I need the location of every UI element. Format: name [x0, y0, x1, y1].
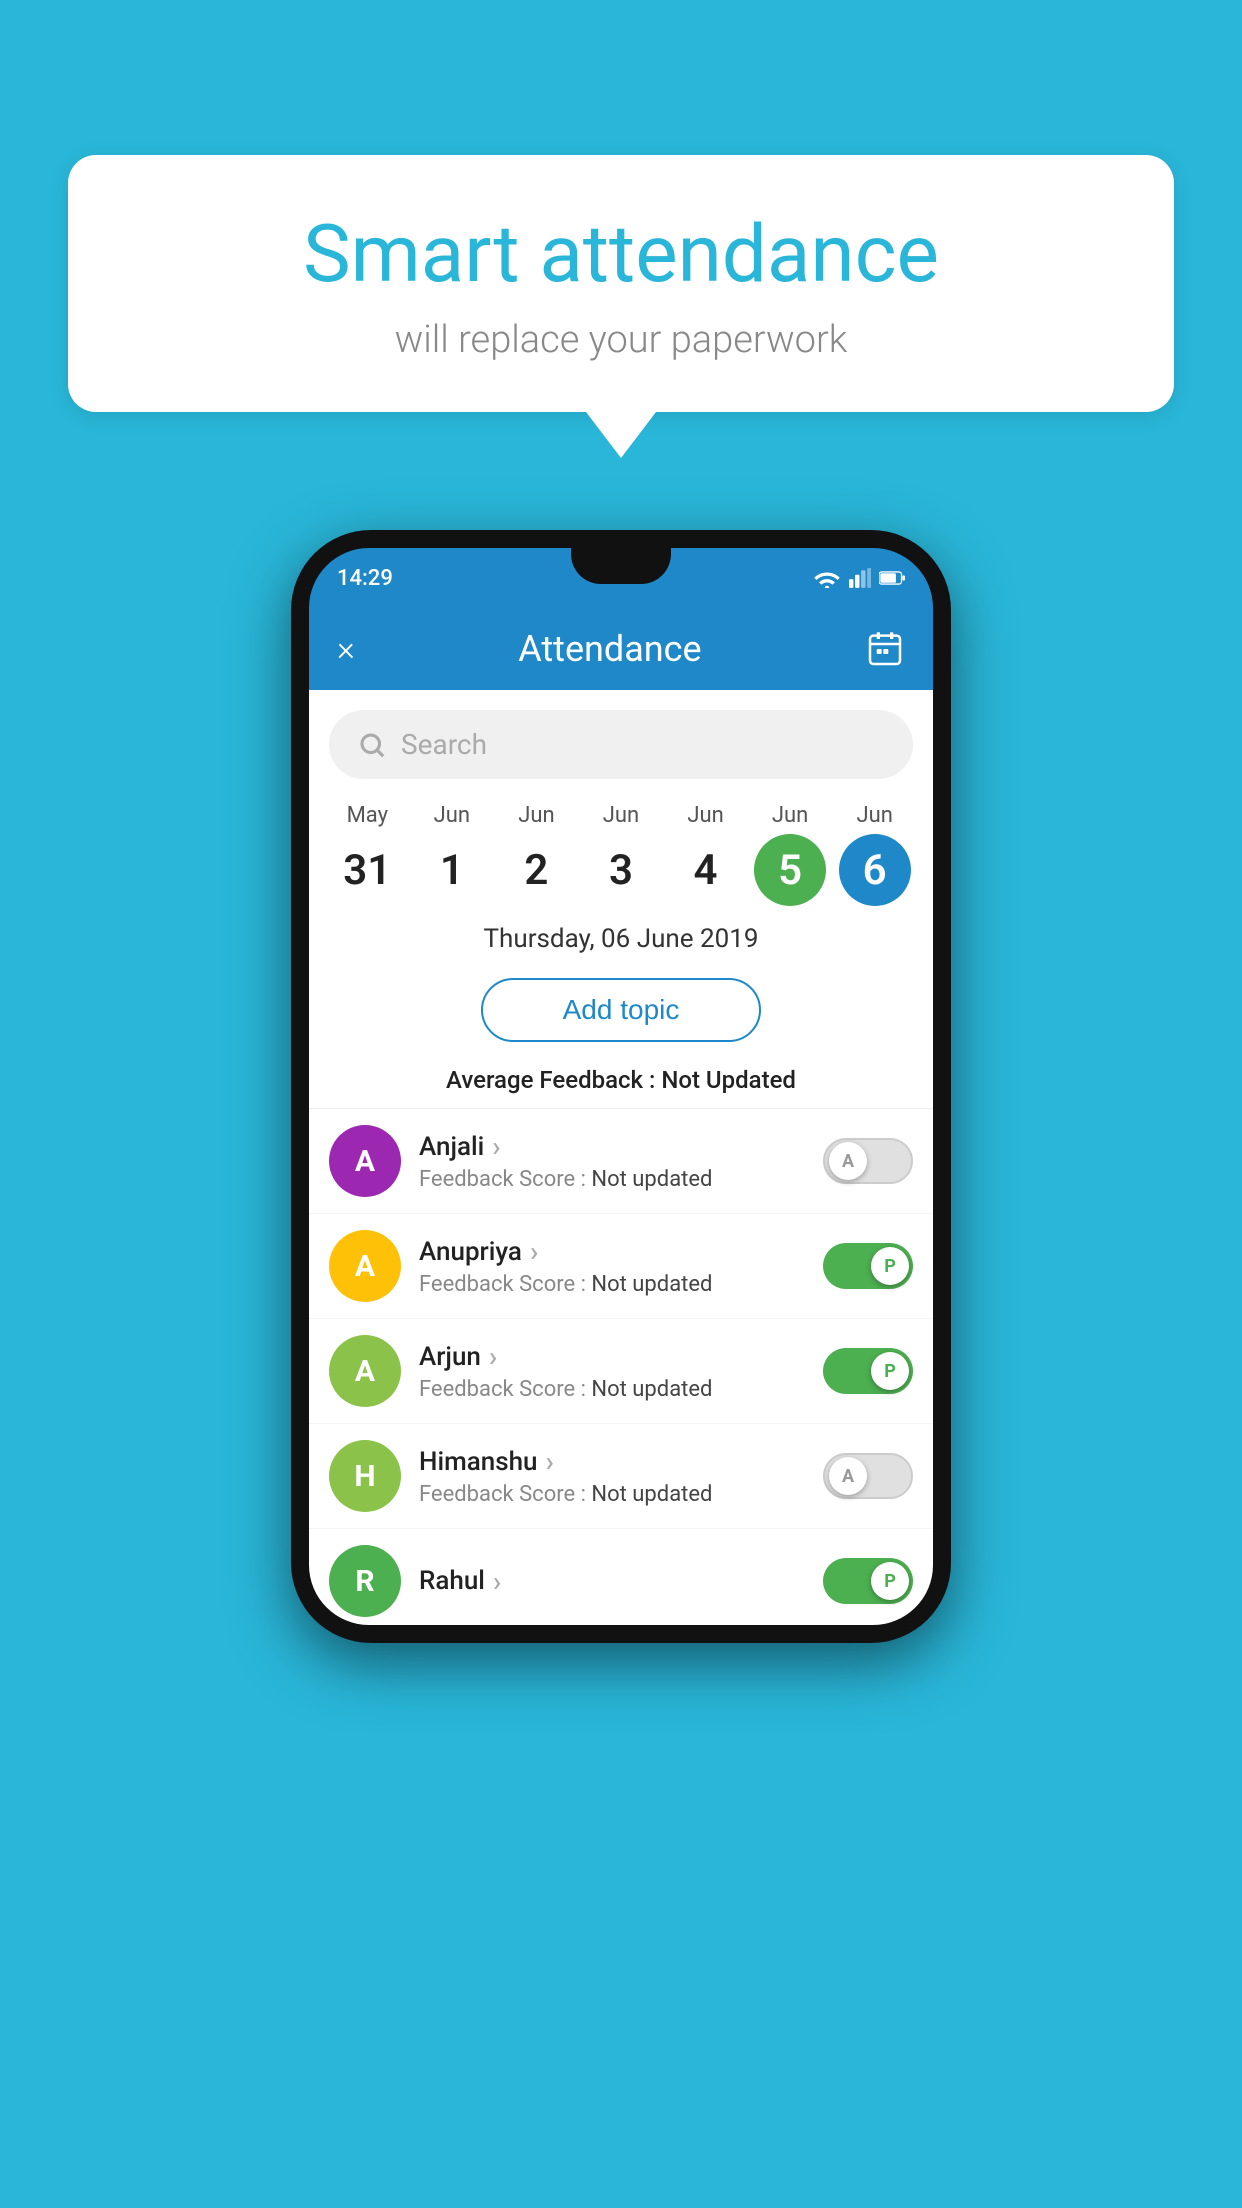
student-feedback: Feedback Score : Not updated: [419, 1272, 805, 1297]
status-time: 14:29: [337, 566, 393, 591]
date-col-5[interactable]: Jun5: [750, 803, 830, 906]
app-header: × Attendance: [309, 608, 933, 690]
student-feedback: Feedback Score : Not updated: [419, 1167, 805, 1192]
attendance-toggle[interactable]: A: [823, 1138, 913, 1184]
student-name[interactable]: Anupriya: [419, 1235, 805, 1268]
phone-outer: 14:29: [291, 530, 951, 1643]
partial-student-item: R Rahul P: [309, 1529, 933, 1625]
calendar-icon[interactable]: [865, 629, 905, 669]
search-input[interactable]: Search: [401, 728, 487, 761]
partial-student-name[interactable]: Rahul: [419, 1565, 805, 1598]
attendance-toggle[interactable]: P: [823, 1348, 913, 1394]
student-feedback: Feedback Score : Not updated: [419, 1377, 805, 1402]
student-item-2[interactable]: A Arjun Feedback Score : Not updated P: [309, 1319, 933, 1424]
student-item-1[interactable]: A Anupriya Feedback Score : Not updated P: [309, 1214, 933, 1319]
search-icon: [357, 730, 387, 760]
avg-feedback: Average Feedback : Not Updated: [309, 1066, 933, 1108]
student-avatar: A: [329, 1125, 401, 1197]
status-bar: 14:29: [309, 548, 933, 608]
close-button[interactable]: ×: [337, 629, 355, 669]
student-list: AAnjaliFeedback Score : Not updatedAAAnu…: [309, 1108, 933, 1529]
date-col-6[interactable]: Jun6: [835, 803, 915, 906]
search-bar[interactable]: Search: [329, 710, 913, 779]
attendance-toggle[interactable]: P: [823, 1243, 913, 1289]
student-avatar: A: [329, 1335, 401, 1407]
student-name[interactable]: Himanshu: [419, 1445, 805, 1478]
student-avatar: H: [329, 1440, 401, 1512]
phone-wrapper: 14:29: [291, 530, 951, 1643]
student-feedback: Feedback Score : Not updated: [419, 1482, 805, 1507]
date-selector: May31Jun1Jun2Jun3Jun4Jun5Jun6: [309, 789, 933, 906]
student-item-0[interactable]: A Anjali Feedback Score : Not updated A: [309, 1109, 933, 1214]
date-col-4[interactable]: Jun4: [666, 803, 746, 906]
partial-student-avatar: R: [329, 1545, 401, 1617]
date-col-0[interactable]: May31: [327, 803, 407, 906]
attendance-toggle[interactable]: A: [823, 1453, 913, 1499]
bubble-subtitle: will replace your paperwork: [128, 318, 1114, 362]
bubble-title: Smart attendance: [128, 210, 1114, 298]
date-col-2[interactable]: Jun2: [496, 803, 576, 906]
student-name[interactable]: Arjun: [419, 1340, 805, 1373]
speech-bubble: Smart attendance will replace your paper…: [68, 155, 1174, 412]
student-avatar: A: [329, 1230, 401, 1302]
page-title: Attendance: [518, 628, 701, 670]
student-item-3[interactable]: H Himanshu Feedback Score : Not updated A: [309, 1424, 933, 1529]
app-content: Search May31Jun1Jun2Jun3Jun4Jun5Jun6 Thu…: [309, 690, 933, 1625]
signal-icon: [849, 568, 871, 588]
status-icons: [813, 568, 905, 588]
date-col-3[interactable]: Jun3: [581, 803, 661, 906]
wifi-icon: [813, 568, 841, 588]
date-col-1[interactable]: Jun1: [412, 803, 492, 906]
partial-attendance-toggle[interactable]: P: [823, 1558, 913, 1604]
battery-icon: [879, 570, 905, 586]
add-topic-button[interactable]: Add topic: [481, 978, 761, 1042]
student-name[interactable]: Anjali: [419, 1130, 805, 1163]
selected-date-info: Thursday, 06 June 2019: [309, 906, 933, 964]
